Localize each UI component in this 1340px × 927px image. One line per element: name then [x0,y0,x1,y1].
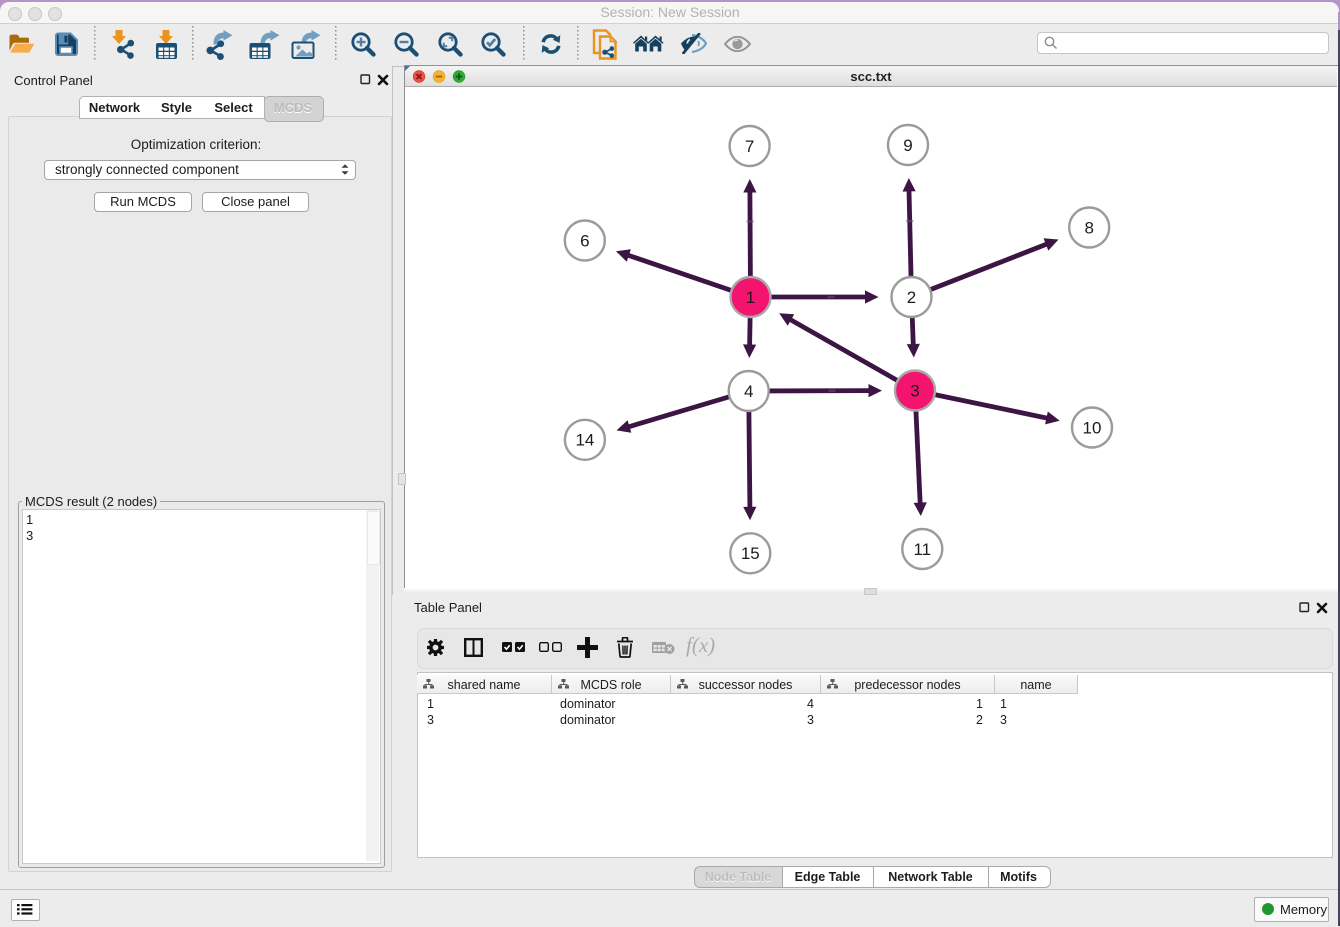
svg-text:15: 15 [741,544,760,563]
svg-text:11: 11 [913,540,931,559]
svg-text:3: 3 [910,381,919,400]
svg-text:4: 4 [744,382,753,401]
svg-text:8: 8 [1084,218,1093,237]
svg-text:6: 6 [580,231,589,250]
svg-text:1: 1 [746,288,755,307]
svg-text:10: 10 [1083,418,1102,437]
svg-text:7: 7 [745,137,754,156]
svg-text:9: 9 [903,136,912,155]
svg-text:2: 2 [907,288,916,307]
svg-text:14: 14 [575,431,594,450]
